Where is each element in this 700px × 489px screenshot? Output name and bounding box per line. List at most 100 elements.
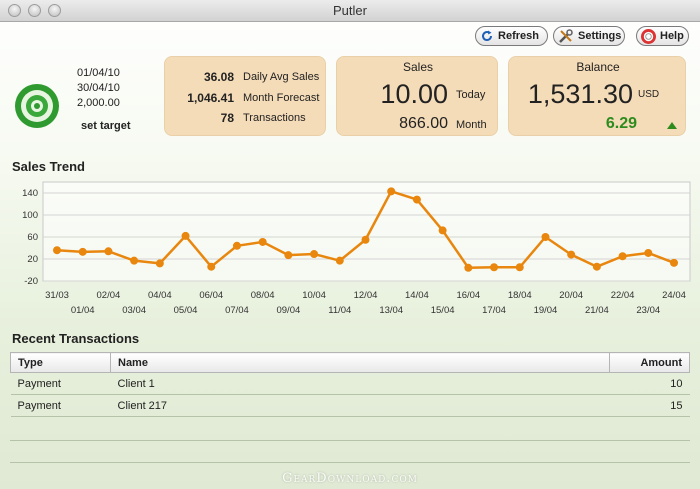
data-point (207, 262, 216, 271)
data-point (361, 235, 370, 244)
watermark: GearDownload.com (282, 471, 418, 486)
x-tick-label: 24/04 (662, 290, 686, 301)
data-point (670, 258, 678, 267)
table-header-row: Type Name Amount (10, 352, 690, 373)
row-type: Payment (10, 394, 111, 417)
lifebuoy-icon (641, 28, 656, 44)
target-amount: 2,000.00 (77, 97, 120, 109)
minimize-window-button[interactable] (28, 4, 41, 17)
refresh-icon (480, 28, 494, 44)
balance-currency: USD (638, 89, 660, 100)
y-tick-label: 100 (22, 210, 38, 221)
x-tick-label: 05/04 (174, 305, 198, 316)
x-tick-label: 02/04 (97, 290, 121, 301)
data-point (541, 233, 550, 241)
up-arrow-icon (667, 122, 677, 129)
tools-icon (558, 28, 574, 44)
x-tick-label: 17/04 (482, 305, 506, 316)
data-point (464, 263, 473, 272)
y-tick-label: -20 (24, 276, 38, 287)
refresh-label: Refresh (498, 30, 539, 42)
settings-label: Settings (578, 30, 622, 42)
table-row[interactable]: Payment Client 217 15 (10, 394, 690, 417)
x-tick-label: 19/04 (534, 305, 558, 316)
avg-sales-value: 36.08 (203, 70, 234, 84)
data-point (567, 250, 576, 259)
empty-row-divider (10, 462, 690, 463)
data-point (490, 263, 499, 272)
target-date-from: 01/04/10 (77, 67, 120, 79)
data-point (284, 251, 293, 260)
zoom-window-button[interactable] (48, 4, 61, 17)
column-header-amount[interactable]: Amount (609, 352, 690, 373)
data-point (104, 247, 113, 256)
x-tick-label: 08/04 (251, 290, 275, 301)
row-name: Client 217 (110, 394, 610, 417)
data-point (310, 250, 319, 259)
data-point (644, 248, 653, 257)
balance-title: Balance (576, 60, 620, 74)
stats-card: 36.08 Daily Avg Sales 1,046.41 Month For… (164, 56, 326, 136)
x-tick-label: 13/04 (379, 305, 403, 316)
x-tick-label: 07/04 (225, 305, 249, 316)
x-tick-label: 04/04 (148, 290, 172, 301)
sales-card: Sales 10.00 Today 866.00 Month (336, 56, 498, 136)
window-title: Putler (333, 3, 367, 18)
column-header-name[interactable]: Name (110, 352, 610, 373)
balance-value: 1,531.30 (527, 79, 633, 109)
x-tick-label: 14/04 (405, 290, 429, 301)
data-point (618, 252, 627, 261)
data-point (53, 246, 61, 255)
x-tick-label: 16/04 (456, 290, 480, 301)
set-target-link[interactable]: set target (81, 120, 131, 132)
x-tick-label: 03/04 (122, 305, 146, 316)
data-point (155, 259, 164, 268)
data-point (232, 241, 241, 250)
x-tick-label: 12/04 (354, 290, 378, 301)
transactions-table: Type Name Amount Payment Client 1 10 Pay… (10, 352, 690, 417)
y-tick-label: 20 (27, 254, 38, 265)
forecast-value: 1,046.41 (187, 91, 234, 105)
refresh-button[interactable]: Refresh (475, 26, 548, 46)
x-tick-label: 11/04 (328, 305, 351, 316)
y-tick-label: 140 (22, 188, 38, 199)
sales-month-label: Month (456, 119, 487, 131)
recent-transactions-title: Recent Transactions (12, 331, 140, 346)
help-button[interactable]: Help (636, 26, 689, 46)
target-icon[interactable] (14, 82, 60, 132)
row-amount: 10 (609, 372, 690, 395)
settings-button[interactable]: Settings (553, 26, 625, 46)
target-date-to: 30/04/10 (77, 82, 120, 94)
data-point (78, 247, 87, 256)
transactions-label: Transactions (243, 112, 306, 124)
column-header-type[interactable]: Type (10, 352, 111, 373)
x-tick-label: 06/04 (199, 290, 223, 301)
balance-card: Balance 1,531.30 USD 6.29 (508, 56, 686, 136)
data-point (130, 256, 139, 265)
title-bar: Putler (0, 0, 700, 22)
help-label: Help (660, 30, 684, 42)
row-name: Client 1 (110, 372, 610, 395)
sales-trend-title: Sales Trend (12, 159, 85, 174)
x-tick-label: 31/03 (45, 290, 69, 301)
row-amount: 15 (609, 394, 690, 417)
sales-today-label: Today (456, 89, 486, 101)
close-window-button[interactable] (8, 4, 21, 17)
avg-sales-label: Daily Avg Sales (243, 71, 320, 83)
forecast-label: Month Forecast (243, 92, 320, 104)
data-point (438, 226, 447, 235)
data-point (387, 187, 396, 196)
sales-trend-chart: 1401006020-20 31/0301/0402/0403/0404/040… (22, 181, 691, 316)
x-tick-label: 09/04 (276, 305, 300, 316)
x-tick-label: 20/04 (559, 290, 583, 301)
sales-today-value: 10.00 (380, 79, 448, 109)
sales-title: Sales (402, 60, 434, 74)
x-tick-label: 21/04 (585, 305, 609, 316)
x-tick-label: 15/04 (431, 305, 455, 316)
data-point (335, 256, 344, 265)
x-tick-label: 23/04 (636, 305, 660, 316)
x-tick-label: 10/04 (302, 290, 326, 301)
y-tick-label: 60 (27, 232, 38, 243)
table-row[interactable]: Payment Client 1 10 (10, 372, 690, 395)
data-point (412, 195, 421, 204)
